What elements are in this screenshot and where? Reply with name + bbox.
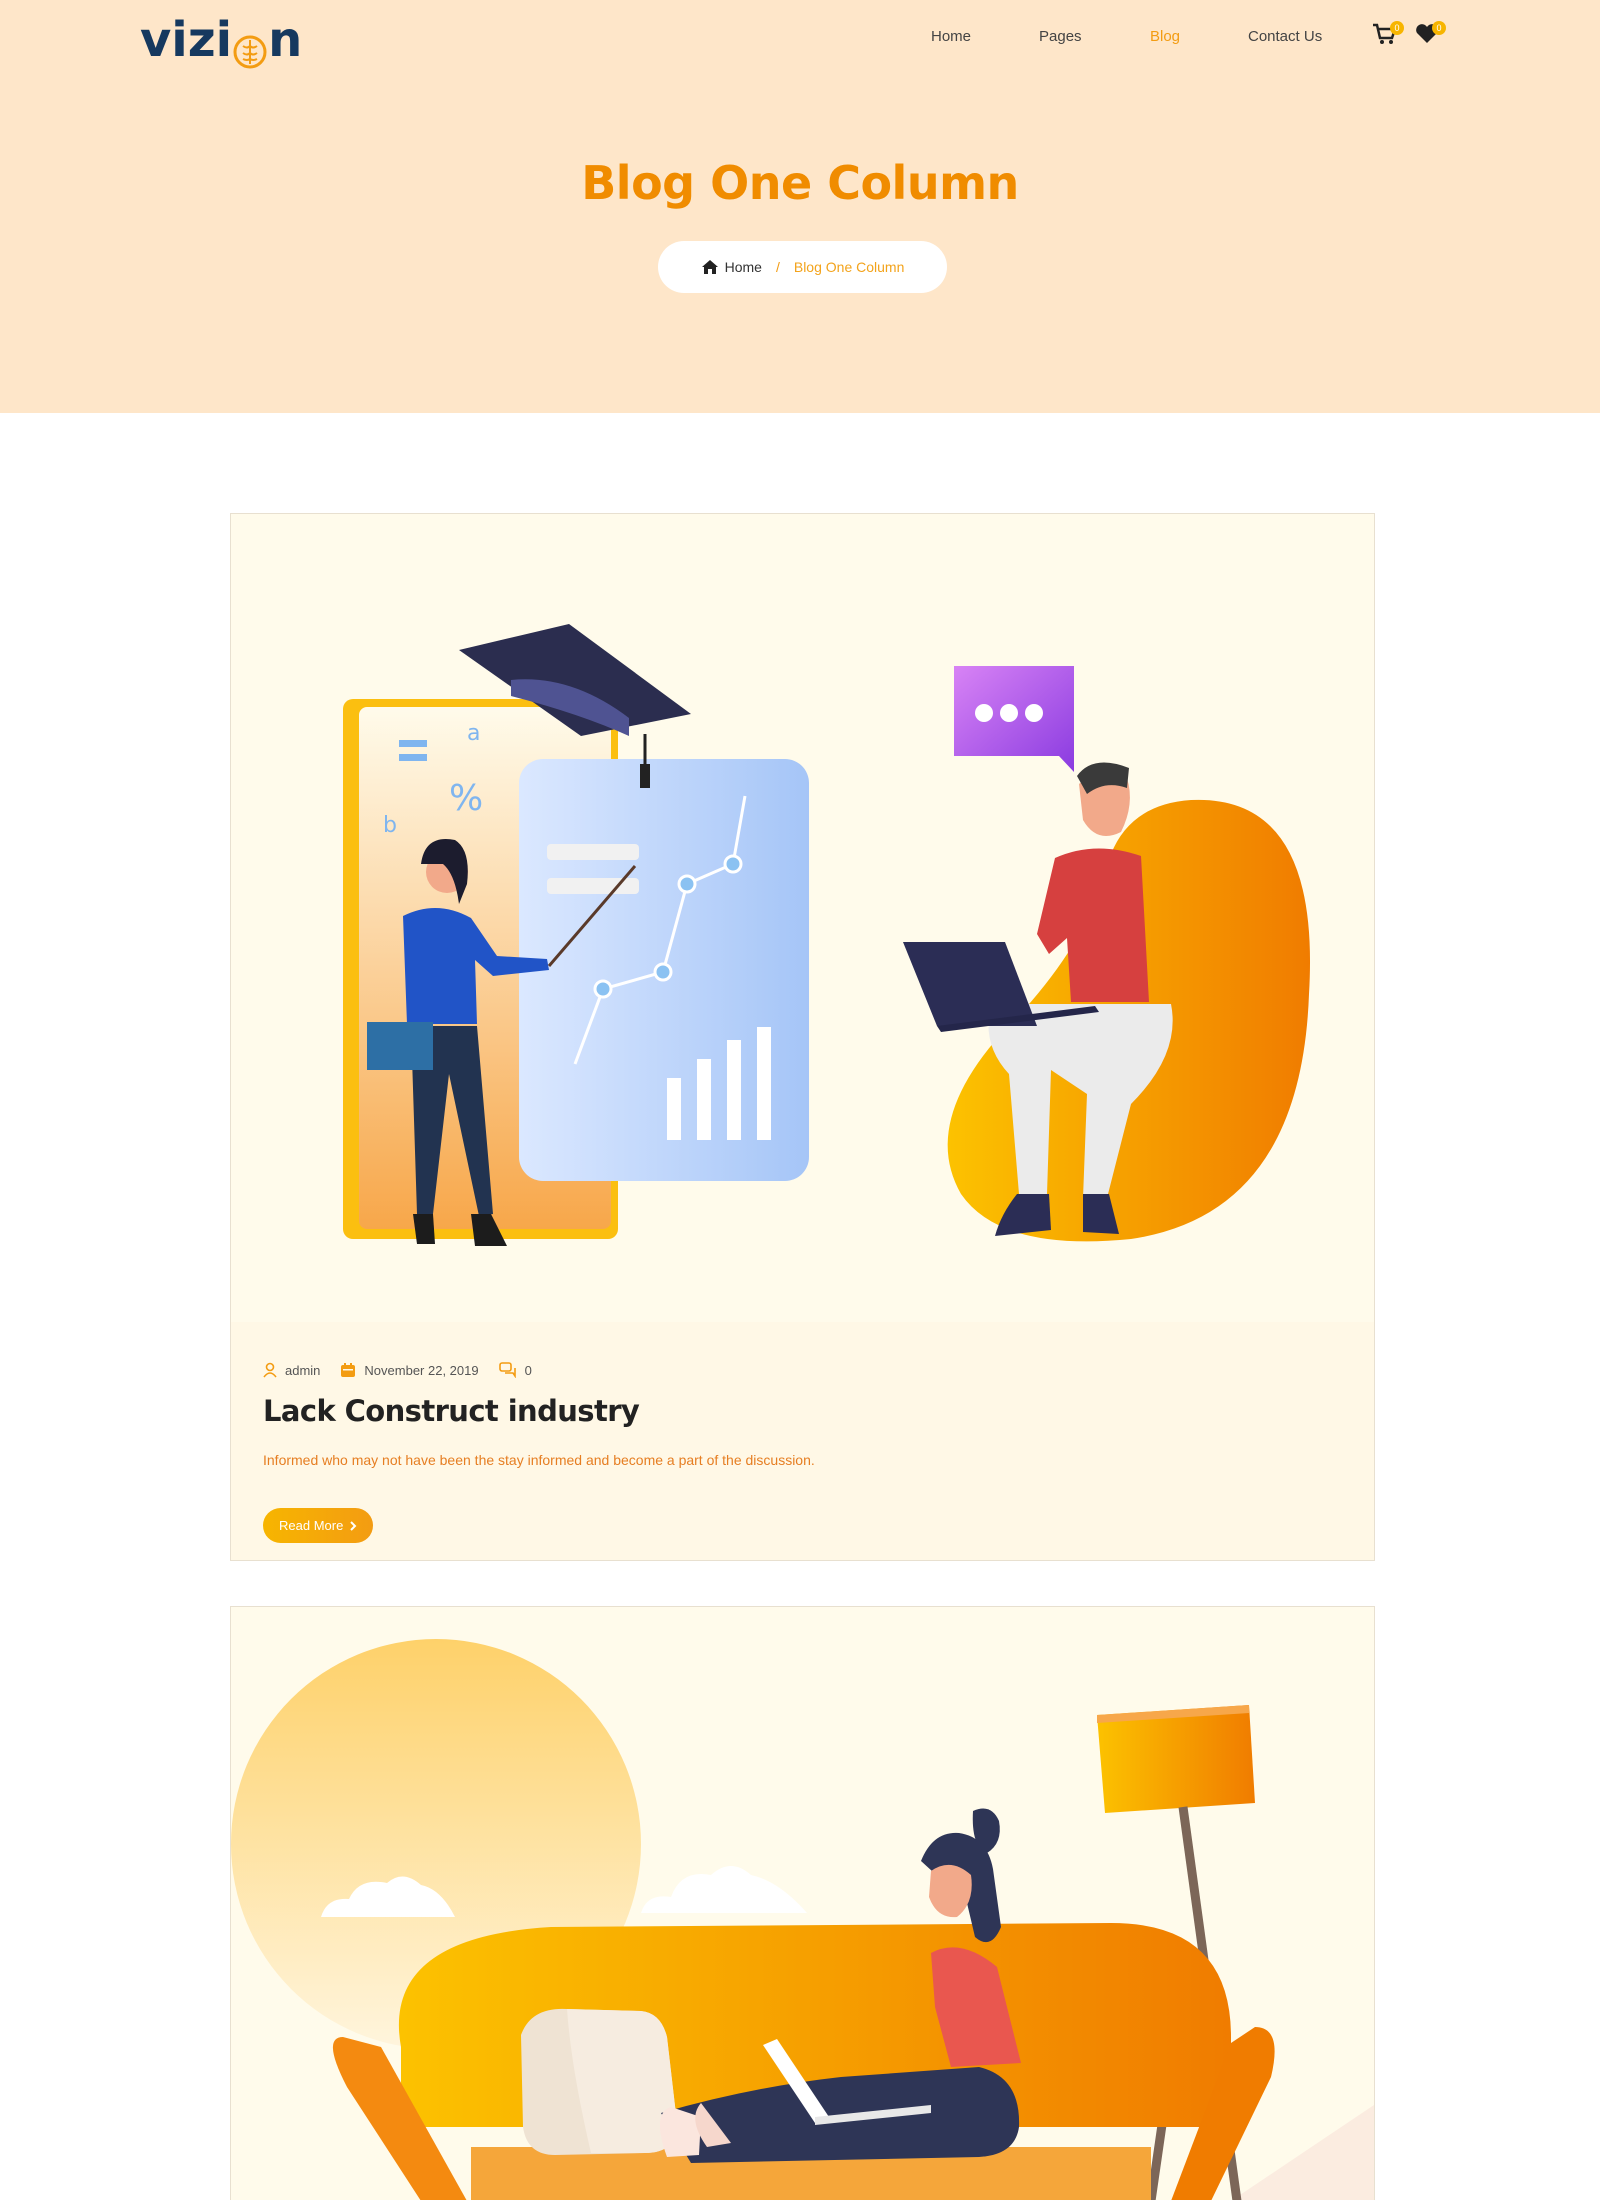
home-icon xyxy=(701,260,718,274)
post-image[interactable]: a % b xyxy=(231,514,1374,1327)
breadcrumb-separator: / xyxy=(775,259,780,275)
main-nav: Home Pages Blog Contact Us xyxy=(0,22,1600,52)
svg-text:%: % xyxy=(449,778,483,819)
post-title[interactable]: Lack Construct industry xyxy=(263,1394,640,1428)
cart-button[interactable]: 0 xyxy=(1372,21,1404,48)
svg-text:a: a xyxy=(467,721,480,746)
post-comments[interactable]: 0 xyxy=(498,1362,532,1378)
calendar-icon xyxy=(341,1363,356,1377)
post-author-label: admin xyxy=(285,1362,321,1378)
post-body: admin November 22, 2019 0 Lack Construct… xyxy=(231,1322,1374,1560)
cart-badge: 0 xyxy=(1390,21,1404,35)
wishlist-button[interactable]: 0 xyxy=(1414,21,1446,48)
svg-text:b: b xyxy=(383,813,397,838)
read-more-button[interactable]: Read More xyxy=(263,1508,374,1543)
read-more-label: Read More xyxy=(279,1518,344,1533)
comments-icon xyxy=(498,1362,516,1378)
user-icon xyxy=(263,1362,277,1378)
breadcrumb-home[interactable]: Home xyxy=(701,259,762,275)
blog-post: a % b admin November 22, 2019 0 Lack Con… xyxy=(230,513,1375,1561)
post-image[interactable] xyxy=(231,1607,1374,2200)
post-excerpt: Informed who may not have been the stay … xyxy=(263,1452,815,1468)
chevron-right-icon xyxy=(350,1520,357,1531)
post-date-label: November 22, 2019 xyxy=(364,1362,479,1378)
breadcrumb-current: Blog One Column xyxy=(793,259,905,275)
breadcrumb-home-label: Home xyxy=(724,259,762,275)
page-title: Blog One Column xyxy=(581,156,1019,210)
post-comments-count: 0 xyxy=(524,1362,532,1378)
nav-contact-us[interactable]: Contact Us xyxy=(1248,22,1322,52)
post-meta: admin November 22, 2019 0 xyxy=(263,1362,552,1378)
nav-blog[interactable]: Blog xyxy=(1150,22,1180,52)
breadcrumb: Home / Blog One Column xyxy=(658,241,947,293)
nav-home[interactable]: Home xyxy=(931,22,971,52)
blog-post xyxy=(230,1606,1375,2200)
nav-pages[interactable]: Pages xyxy=(1039,22,1082,52)
post-date[interactable]: November 22, 2019 xyxy=(340,1362,479,1378)
post-author[interactable]: admin xyxy=(263,1362,320,1378)
wishlist-badge: 0 xyxy=(1432,21,1446,35)
hero-header: vizi n Home Pages Blog Contact Us 0 0 Bl… xyxy=(0,0,1600,413)
